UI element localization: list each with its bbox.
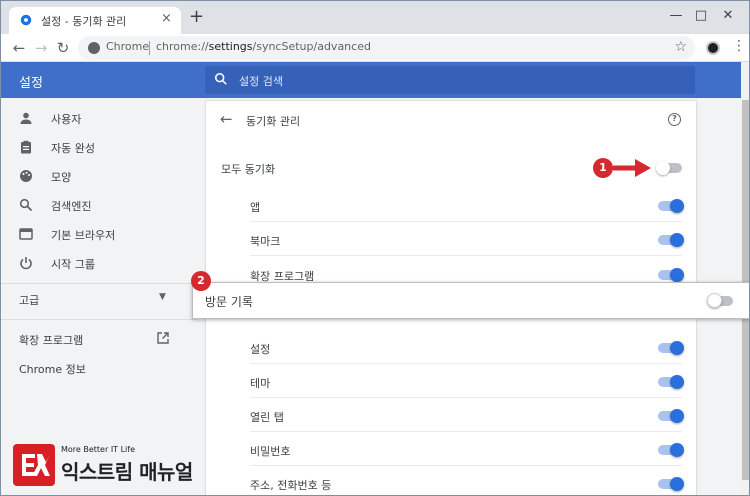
tab-title: 설정 - 동기화 관리 [41, 15, 127, 28]
sync-row-toggle[interactable] [658, 443, 684, 457]
sidebar-divider [1, 283, 196, 284]
history-label: 방문 기록 [205, 295, 253, 309]
caret-down-icon[interactable]: ▼ [159, 292, 166, 302]
page-title: 설정 [19, 76, 43, 91]
power-icon [20, 257, 32, 270]
step-badge-two: 2 [191, 271, 211, 291]
sidebar-item-appearance[interactable]: 모양 [1, 163, 196, 189]
sync-row-label: 북마크 [250, 235, 281, 248]
row-divider [250, 465, 682, 466]
step-badge-one: 1 [593, 158, 613, 178]
sidebar-item-about[interactable]: Chrome 정보 [19, 361, 86, 377]
back-arrow-icon[interactable]: ← [220, 110, 233, 128]
new-tab-button[interactable]: + [189, 8, 204, 26]
search-icon [19, 198, 33, 212]
reload-icon[interactable]: ↻ [53, 38, 73, 58]
site-info-icon[interactable] [88, 42, 100, 54]
logo [13, 444, 55, 486]
sync-row-label: 주소, 전화번호 등 [250, 479, 332, 492]
sync-row-toggle[interactable] [658, 477, 684, 491]
sync-row-label: 테마 [250, 377, 271, 390]
back-arrow-icon[interactable]: ← [9, 38, 29, 58]
sync-row-label: 비밀번호 [250, 445, 291, 458]
minimize-icon[interactable]: — [666, 6, 686, 26]
sidebar-item-advanced[interactable]: 고급 [19, 292, 39, 308]
sidebar: 사용자 자동 완성 모양 검색엔진 기본 브라우저 시작 그룹 고급 ▼ 확장 … [1, 98, 196, 495]
close-tab-icon[interactable]: × [161, 11, 172, 26]
close-window-icon[interactable]: ✕ [718, 6, 738, 26]
sync-row-toggle[interactable] [658, 375, 684, 389]
open-in-new-icon[interactable] [157, 332, 169, 344]
sidebar-item-default-browser[interactable]: 기본 브라우저 [1, 221, 196, 247]
watermark-tagline: More Better IT Life [61, 445, 136, 454]
omnibox-divider [149, 41, 150, 55]
url-text: chrome://settings/syncSetup/advanced [156, 40, 371, 53]
sidebar-item-on-startup[interactable]: 시작 그룹 [1, 250, 196, 276]
gear-icon [20, 14, 32, 26]
sync-row-toggle[interactable] [658, 268, 684, 282]
sidebar-divider [1, 319, 196, 320]
search-icon [214, 72, 227, 85]
search-input[interactable]: 설정 검색 [205, 66, 695, 94]
sync-all-label: 모두 동기화 [221, 163, 276, 176]
row-divider [250, 221, 682, 222]
sync-row-toggle[interactable] [658, 233, 684, 247]
sidebar-item-people[interactable]: 사용자 [1, 105, 196, 131]
forward-arrow-icon[interactable]: → [31, 38, 51, 58]
sync-row-toggle[interactable] [658, 409, 684, 423]
sync-row-toggle[interactable] [658, 199, 684, 213]
browser-icon [19, 228, 33, 240]
search-placeholder: 설정 검색 [239, 75, 283, 88]
bookmark-star-icon[interactable]: ☆ [674, 39, 687, 55]
sidebar-item-autofill[interactable]: 자동 완성 [1, 134, 196, 160]
sync-row-label: 앱 [250, 201, 261, 214]
maximize-icon[interactable]: □ [691, 6, 711, 26]
address-bar[interactable]: Chrome chrome://settings/syncSetup/advan… [78, 36, 695, 60]
tab-strip: 설정 - 동기화 관리 × + — □ ✕ [1, 1, 749, 34]
history-toggle[interactable] [707, 293, 733, 308]
tab-settings[interactable]: 설정 - 동기화 관리 × [9, 7, 181, 34]
row-divider [250, 363, 682, 364]
logo-mark-icon [22, 454, 50, 476]
row-divider [250, 255, 682, 256]
palette-icon [20, 170, 32, 182]
help-icon[interactable]: ? [668, 113, 681, 126]
sync-row-label: 열린 탭 [250, 411, 284, 424]
sidebar-item-extensions[interactable]: 확장 프로그램 [19, 332, 83, 348]
browser-toolbar: ← → ↻ Chrome chrome://settings/syncSetup… [1, 34, 749, 62]
sync-row-label: 설정 [250, 343, 271, 356]
settings-header: 설정 설정 검색 [1, 62, 741, 98]
watermark-brand: 익스트림 매뉴얼 [61, 460, 193, 484]
clipboard-icon [21, 140, 31, 154]
sync-title: 동기화 관리 [246, 115, 301, 128]
row-divider [250, 397, 682, 398]
sidebar-item-search-engine[interactable]: 검색엔진 [1, 192, 196, 218]
sync-all-toggle[interactable] [656, 161, 682, 175]
extension-icon[interactable] [706, 41, 720, 55]
scrollbar[interactable] [741, 62, 749, 495]
sync-row-toggle[interactable] [658, 341, 684, 355]
person-icon [20, 112, 32, 124]
history-sync-row: 방문 기록 [192, 282, 749, 319]
row-divider [250, 431, 682, 432]
site-chip: Chrome [106, 40, 150, 53]
arrow-right-icon [613, 159, 651, 177]
browser-window: 설정 - 동기화 관리 × + — □ ✕ ← → ↻ Chrome chrom… [0, 0, 750, 496]
menu-dots-icon[interactable]: ⋮ [732, 38, 746, 54]
